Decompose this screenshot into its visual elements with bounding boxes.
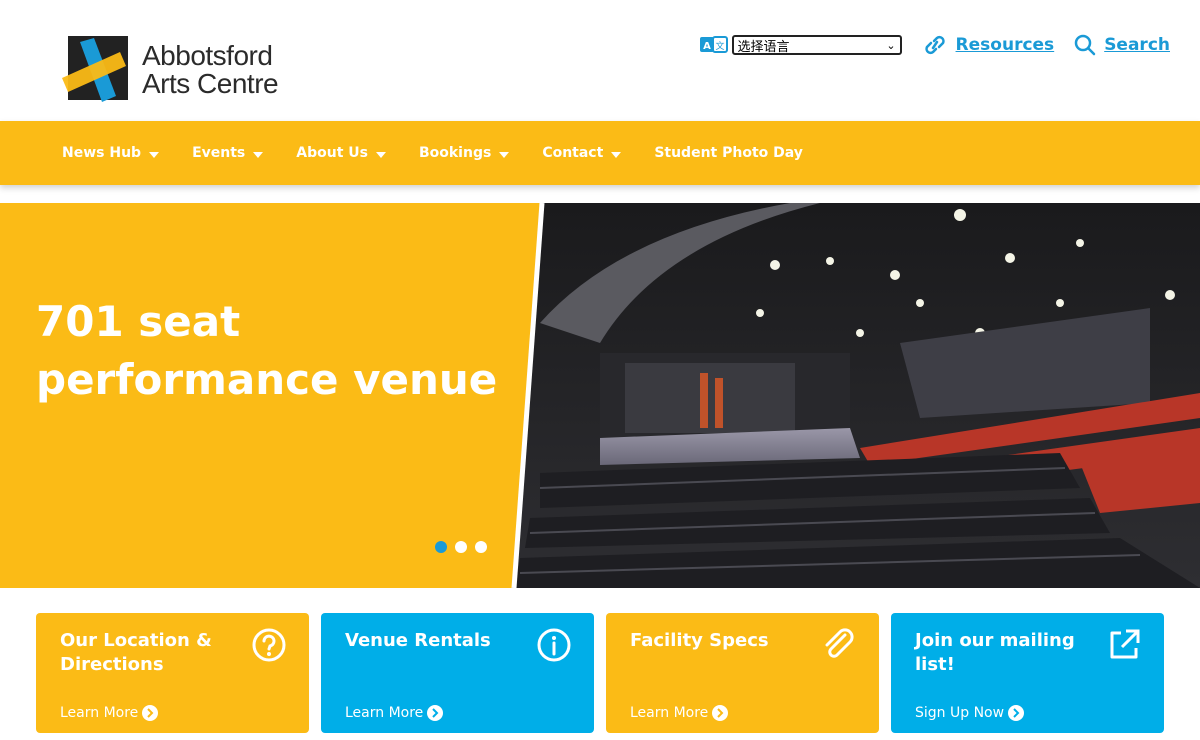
card-link-label: Learn More [60, 705, 139, 721]
card-link-label: Learn More [345, 705, 424, 721]
card-link[interactable]: Learn More [60, 705, 159, 721]
card-title: Facility Specs [630, 630, 769, 651]
paperclip-icon [825, 628, 854, 658]
quick-link-cards: Our Location & Directions Learn More Ven… [36, 613, 1164, 733]
resources-label: Resources [955, 35, 1055, 55]
hero-title-line-2: performance venue [36, 355, 498, 404]
search-label: Search [1104, 35, 1170, 55]
nav-item-events[interactable]: Events [192, 145, 264, 161]
search-link[interactable]: Search [1074, 34, 1170, 56]
caret-down-icon [375, 151, 386, 158]
card-facility-specs[interactable]: Facility Specs Learn More [606, 613, 879, 733]
site-logo[interactable]: Abbotsford Arts Centre [60, 30, 280, 110]
logo-line-2: Arts Centre [142, 68, 279, 99]
nav-item-about-us[interactable]: About Us [296, 145, 386, 161]
slider-dots [435, 541, 495, 553]
svg-text:文: 文 [715, 40, 724, 52]
question-icon [252, 628, 286, 662]
nav-item-label: Student Photo Day [654, 145, 803, 161]
slider-dot-2[interactable] [455, 541, 467, 553]
logo-line-1: Abbotsford [142, 40, 273, 71]
info-icon [537, 628, 571, 662]
translate-icon: A 文 [699, 36, 728, 53]
search-icon [1074, 34, 1096, 56]
external-link-icon [1110, 629, 1140, 659]
link-icon [924, 35, 945, 55]
card-mailing-list[interactable]: Join our mailing list! Sign Up Now [891, 613, 1164, 733]
caret-down-icon [499, 151, 510, 158]
site-header: Abbotsford Arts Centre A 文 选择语言 ⌄ Resour… [0, 0, 1200, 121]
card-title: Join our mailing list! [915, 630, 1075, 675]
caret-down-icon [149, 151, 160, 158]
nav-item-news-hub[interactable]: News Hub [62, 145, 160, 161]
card-link[interactable]: Sign Up Now [915, 705, 1025, 721]
caret-down-icon [611, 151, 622, 158]
language-select[interactable]: 选择语言 ⌄ [731, 35, 902, 55]
chevron-down-icon: ⌄ [886, 38, 896, 52]
hero-slider: 701 seat performance venue [0, 203, 1200, 588]
nav-item-label: Bookings [418, 145, 492, 161]
card-venue-rentals[interactable]: Venue Rentals Learn More [321, 613, 594, 733]
chevron-right-icon [1008, 705, 1025, 721]
nav-item-bookings[interactable]: Bookings [418, 145, 510, 161]
card-link-label: Sign Up Now [915, 705, 1005, 721]
svg-text:A: A [703, 41, 711, 52]
card-location[interactable]: Our Location & Directions Learn More [36, 613, 309, 733]
chevron-right-icon [427, 705, 444, 721]
nav-item-label: About Us [296, 145, 368, 161]
card-link-label: Learn More [630, 705, 709, 721]
chevron-right-icon [712, 705, 729, 721]
hero-title-line-1: 701 seat [36, 297, 241, 346]
nav-item-label: Events [192, 145, 246, 161]
slider-dot-3[interactable] [475, 541, 487, 553]
chevron-right-icon [142, 705, 159, 721]
language-select-value: 选择语言 [737, 39, 790, 55]
caret-down-icon [253, 151, 264, 158]
card-title: Venue Rentals [345, 630, 491, 651]
main-nav: News Hub Events About Us Bookings Contac… [0, 121, 1200, 185]
logo-mark-icon [60, 32, 132, 108]
resources-link[interactable]: Resources [922, 35, 1055, 55]
hero-title: 701 seat performance venue [36, 293, 516, 409]
nav-item-label: Contact [542, 145, 604, 161]
nav-item-label: News Hub [62, 145, 142, 161]
nav-item-contact[interactable]: Contact [542, 145, 622, 161]
nav-item-student-photo-day[interactable]: Student Photo Day [654, 145, 803, 161]
card-link[interactable]: Learn More [345, 705, 444, 721]
slider-dot-1[interactable] [435, 541, 447, 553]
card-link[interactable]: Learn More [630, 705, 729, 721]
card-title: Our Location & Directions [60, 630, 212, 675]
utility-bar: A 文 选择语言 ⌄ Resources Search [699, 30, 1170, 60]
